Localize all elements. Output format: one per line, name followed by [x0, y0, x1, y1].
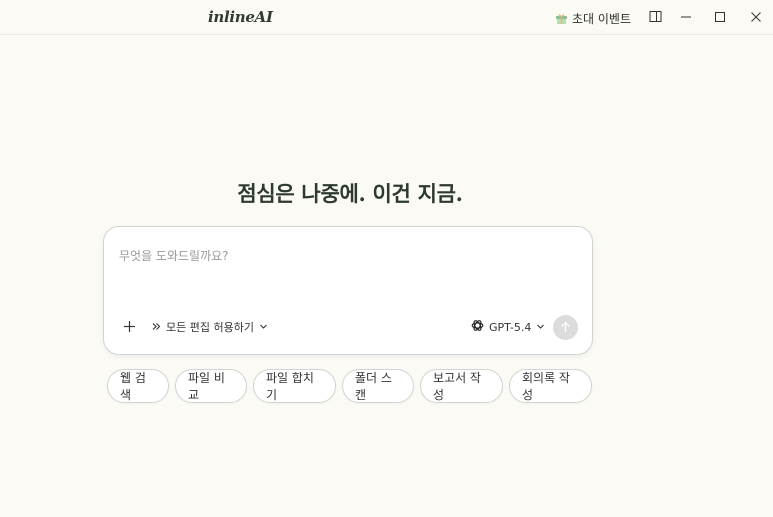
chip-web-search[interactable]: 웹 검색 — [107, 369, 169, 403]
chevron-down-icon — [536, 321, 545, 334]
model-label: GPT-5.4 — [489, 320, 532, 334]
maximize-icon — [714, 8, 726, 27]
app-logo: inlineAI — [208, 8, 273, 26]
sidebar-toggle-button[interactable] — [646, 8, 664, 26]
chip-file-compare[interactable]: 파일 비교 — [175, 369, 247, 403]
plus-icon — [123, 318, 136, 337]
close-button[interactable] — [747, 8, 765, 26]
chip-minutes-write[interactable]: 회의록 작성 — [509, 369, 592, 403]
openai-logo-icon — [471, 319, 484, 335]
quick-action-chips: 웹 검색 파일 비교 파일 합치기 폴더 스캔 보고서 작성 회의록 작성 — [107, 369, 592, 405]
close-icon — [750, 8, 762, 27]
minimize-button[interactable] — [677, 8, 695, 26]
arrow-up-icon — [560, 318, 571, 337]
edit-mode-label: 모든 편집 허용하기 — [166, 321, 254, 334]
double-chevron-right-icon — [152, 321, 161, 334]
prompt-input[interactable] — [119, 241, 579, 271]
chip-folder-scan[interactable]: 폴더 스캔 — [342, 369, 414, 403]
chevron-down-icon — [259, 321, 268, 334]
title-bar: inlineAI 초대 이벤트 — [0, 0, 773, 35]
gift-icon — [555, 12, 568, 25]
chip-file-merge[interactable]: 파일 합치기 — [253, 369, 336, 403]
page-headline: 점심은 나중에. 이건 지금. — [237, 181, 463, 206]
chip-report-write[interactable]: 보고서 작성 — [420, 369, 503, 403]
sidebar-toggle-icon — [649, 8, 662, 27]
minimize-icon — [680, 8, 692, 27]
prompt-composer: 모든 편집 허용하기 GPT-5.4 — [103, 226, 593, 355]
model-selector[interactable]: GPT-5.4 — [471, 318, 545, 336]
invite-event-label: 초대 이벤트 — [572, 11, 632, 26]
send-button[interactable] — [553, 315, 578, 340]
invite-event-button[interactable]: 초대 이벤트 — [555, 9, 631, 27]
maximize-button[interactable] — [711, 8, 729, 26]
attach-button[interactable] — [121, 319, 137, 335]
edit-mode-dropdown[interactable]: 모든 편집 허용하기 — [152, 318, 268, 336]
